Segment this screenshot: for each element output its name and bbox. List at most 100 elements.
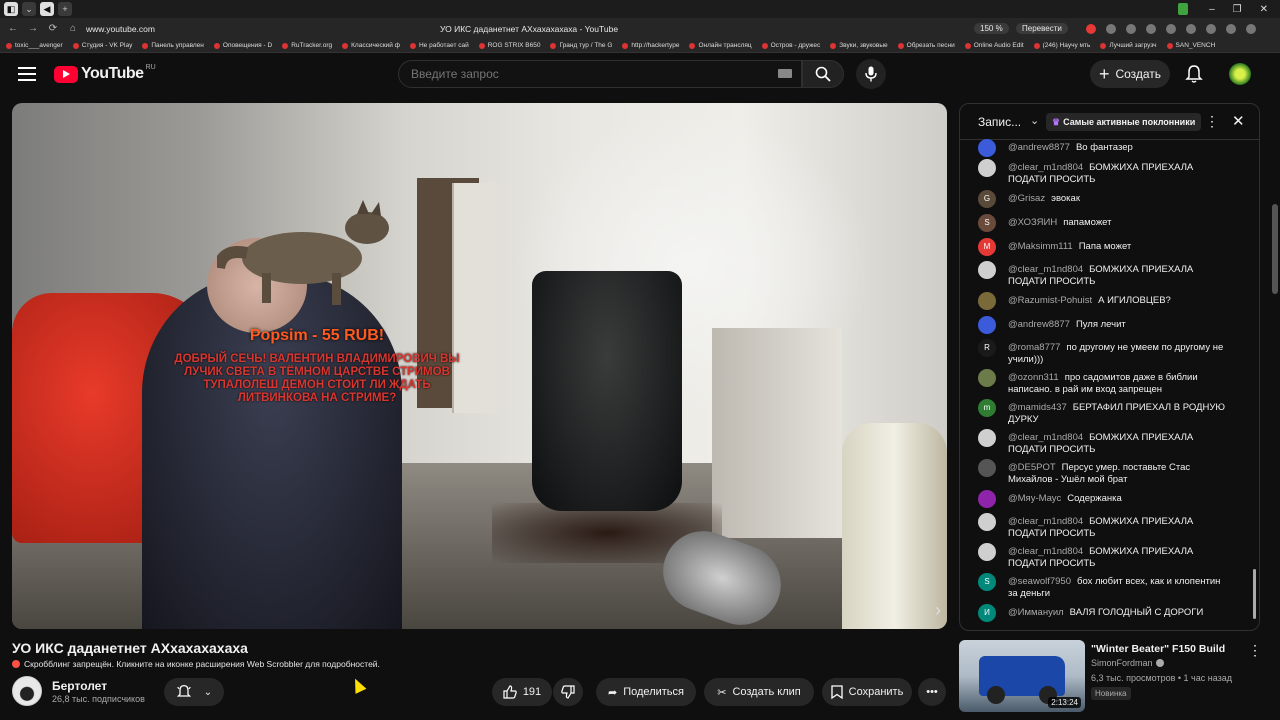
- reload-icon[interactable]: ⟳: [46, 23, 60, 34]
- save-button[interactable]: Сохранить: [822, 678, 912, 706]
- recommended-more-icon[interactable]: ⋮: [1248, 642, 1262, 659]
- bookmark-item[interactable]: ROG STRIX B650: [478, 42, 540, 49]
- chat-author-name[interactable]: @Maksimm111: [1008, 241, 1073, 252]
- chat-message[interactable]: @clear_m1nd804 БОМЖИХА ПРИЕХАЛА ПОДАТИ ПР…: [978, 513, 1248, 540]
- chat-message[interactable]: @andrew8877 Пуля лечит: [978, 316, 1248, 334]
- chat-message[interactable]: @clear_m1nd804 БОМЖИХА ПРИЕХАЛА ПОДАТИ ПР…: [978, 159, 1248, 186]
- account-avatar[interactable]: [1229, 63, 1251, 85]
- bookmark-item[interactable]: toxic___avenger: [6, 42, 63, 49]
- extension-icon-7[interactable]: [1226, 23, 1236, 34]
- share-button[interactable]: ➦ Поделиться: [596, 678, 696, 706]
- chat-author-avatar[interactable]: S: [978, 214, 996, 232]
- chat-author-avatar[interactable]: m: [978, 399, 996, 417]
- chat-author-avatar[interactable]: [978, 139, 996, 157]
- chat-mode-label[interactable]: Запис...: [978, 115, 1021, 129]
- chat-author-avatar[interactable]: [978, 459, 996, 477]
- search-button[interactable]: [802, 60, 844, 88]
- back-icon[interactable]: ←: [6, 23, 20, 34]
- keyboard-icon[interactable]: [778, 69, 792, 78]
- translate-button[interactable]: Перевести: [1016, 23, 1068, 34]
- chat-message[interactable]: @clear_m1nd804 БОМЖИХА ПРИЕХАЛА ПОДАТИ ПР…: [978, 543, 1248, 570]
- bookmark-item[interactable]: Обрезать песни: [897, 42, 955, 49]
- video-player[interactable]: Popsim - 55 RUB! ДОБРЫЙ СЕЧЬ! ВАЛЕНТИН В…: [12, 103, 947, 629]
- chat-author-name[interactable]: @andrew8877: [1008, 319, 1070, 330]
- chat-author-avatar[interactable]: [978, 543, 996, 561]
- bookmark-item[interactable]: Классический ф: [342, 42, 400, 49]
- bookmark-item[interactable]: Звуки, звуковые: [830, 42, 888, 49]
- chat-author-name[interactable]: @roma8777: [1008, 342, 1060, 353]
- chat-author-name[interactable]: @Иммануил: [1008, 607, 1064, 618]
- url-field[interactable]: www.youtube.com: [86, 24, 155, 34]
- recommended-video-title[interactable]: "Winter Beater" F150 Build: [1091, 643, 1225, 655]
- chat-author-avatar[interactable]: [978, 490, 996, 508]
- channel-avatar[interactable]: [12, 676, 42, 706]
- chat-message[interactable]: m @mamids437 БЕРТАФИЛ ПРИЕХАЛ В РОДНУЮ ДУР…: [978, 399, 1248, 426]
- chat-author-name[interactable]: @Grisaz: [1008, 193, 1045, 204]
- home-icon[interactable]: ⌂: [66, 23, 80, 34]
- bookmark-item[interactable]: http://hackertype: [622, 42, 679, 49]
- extension-icon-5[interactable]: [1186, 23, 1196, 34]
- bookmark-item[interactable]: Панель управлен: [142, 42, 204, 49]
- chat-message[interactable]: S @ХОЗЯИН папаможет: [978, 214, 1248, 232]
- chat-message[interactable]: G @Grisaz эвокак: [978, 190, 1248, 208]
- chat-message[interactable]: @clear_m1nd804 БОМЖИХА ПРИЕХАЛА ПОДАТИ ПР…: [978, 261, 1248, 288]
- bookmark-item[interactable]: Лучший загрузч: [1100, 42, 1157, 49]
- create-clip-button[interactable]: ✂ Создать клип: [704, 678, 814, 706]
- chat-message[interactable]: @andrew8877 Во фантазер: [978, 139, 1248, 157]
- page-scrollbar-thumb[interactable]: [1272, 204, 1278, 294]
- bookmark-item[interactable]: Остров - дружес: [761, 42, 820, 49]
- bookmark-item[interactable]: Оповещения - D: [213, 42, 272, 49]
- chat-author-avatar[interactable]: [978, 261, 996, 279]
- chat-author-name[interactable]: @DE5POT: [1008, 462, 1056, 473]
- chat-author-avatar[interactable]: G: [978, 190, 996, 208]
- voice-search-button[interactable]: [856, 59, 886, 89]
- chat-close-icon[interactable]: ✕: [1232, 112, 1245, 130]
- bookmark-item[interactable]: Гранд тур / The G: [550, 42, 612, 49]
- chat-author-name[interactable]: @andrew8877: [1008, 142, 1070, 153]
- like-button[interactable]: 191: [492, 678, 552, 706]
- bookmark-item[interactable]: (246) Научу мть: [1033, 42, 1090, 49]
- top-fans-badge[interactable]: ♛ Самые активные поклонники: [1046, 113, 1202, 131]
- hamburger-menu-icon[interactable]: [18, 65, 36, 83]
- youtube-tab[interactable]: ◀: [40, 2, 54, 16]
- chat-message-list[interactable]: @andrew8877 Во фантазер @clear_m1nd804 БОМЖ…: [960, 139, 1250, 628]
- extension-icon-6[interactable]: [1206, 23, 1216, 34]
- chat-message[interactable]: @clear_m1nd804 БОМЖИХА ПРИЕХАЛА ПОДАТИ ПР…: [978, 429, 1248, 456]
- chat-author-name[interactable]: @ozonn311: [1008, 372, 1059, 383]
- forward-icon[interactable]: →: [26, 23, 40, 34]
- maximize-button[interactable]: ❐: [1233, 4, 1242, 15]
- chat-scrollbar[interactable]: [1253, 569, 1256, 619]
- chat-author-avatar[interactable]: [978, 159, 996, 177]
- recommended-channel[interactable]: SimonFordman: [1091, 658, 1164, 668]
- extension-record-icon[interactable]: [1086, 23, 1096, 34]
- create-button[interactable]: + Создать: [1090, 60, 1170, 88]
- extension-icon-1[interactable]: [1106, 23, 1116, 34]
- chat-author-avatar[interactable]: [978, 316, 996, 334]
- chat-message[interactable]: R @roma8777 по другому не умеем по другому…: [978, 339, 1248, 366]
- chat-message[interactable]: @Razumist-Pohuist А ИГИЛОВЦЕВ?: [978, 292, 1248, 310]
- tab-list-icon[interactable]: ⌄: [22, 2, 36, 16]
- chat-author-avatar[interactable]: [978, 292, 996, 310]
- channel-name[interactable]: Бертолет: [52, 679, 107, 693]
- new-tab-button[interactable]: +: [58, 2, 72, 16]
- chat-author-name[interactable]: @clear_m1nd804: [1008, 432, 1083, 443]
- chat-author-name[interactable]: @Razumist-Pohuist: [1008, 295, 1092, 306]
- subscription-bell-button[interactable]: ⌄: [164, 678, 224, 706]
- bookmark-item[interactable]: RuTracker.org: [282, 42, 332, 49]
- extension-icon-2[interactable]: [1126, 23, 1136, 34]
- extension-icon-4[interactable]: [1166, 23, 1176, 34]
- chat-mode-chevron-icon[interactable]: ⌄: [1030, 114, 1039, 127]
- chat-author-name[interactable]: @clear_m1nd804: [1008, 264, 1083, 275]
- next-video-icon[interactable]: ›: [935, 600, 941, 621]
- chat-author-avatar[interactable]: [978, 429, 996, 447]
- youtube-logo[interactable]: YouTube RU: [54, 64, 156, 83]
- chat-author-name[interactable]: @clear_m1nd804: [1008, 162, 1083, 173]
- chat-menu-icon[interactable]: ⋮: [1205, 113, 1219, 130]
- extension-icon-3[interactable]: [1146, 23, 1156, 34]
- extension-icon-8[interactable]: [1246, 23, 1256, 34]
- chat-message[interactable]: @DE5POT Персус умер. поставьте Стас Михай…: [978, 459, 1248, 486]
- bookmark-item[interactable]: Онлайн трансляц: [689, 42, 752, 49]
- chat-author-avatar[interactable]: M: [978, 238, 996, 256]
- chat-author-avatar[interactable]: И: [978, 604, 996, 622]
- zoom-indicator[interactable]: 150 %: [974, 23, 1009, 34]
